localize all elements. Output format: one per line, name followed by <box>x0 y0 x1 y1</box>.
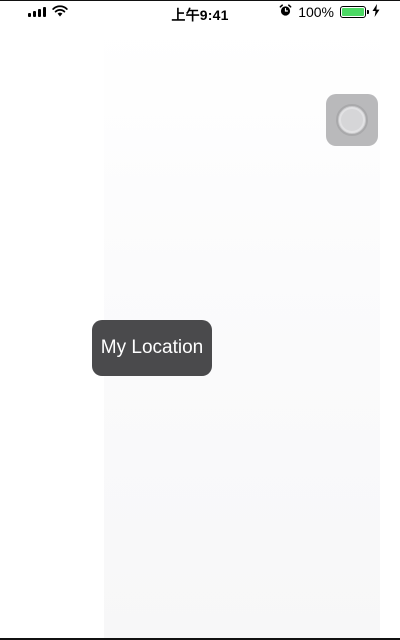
my-location-tooltip: My Location <box>92 320 212 376</box>
status-right: 100% <box>279 4 380 20</box>
my-location-button[interactable] <box>326 94 378 146</box>
battery-fill <box>342 8 364 16</box>
battery-percent: 100% <box>298 4 334 20</box>
charging-icon <box>372 4 380 20</box>
tooltip-label: My Location <box>100 337 204 358</box>
screen: 上午9:41 100% My Location <box>0 0 400 640</box>
status-bar: 上午9:41 100% <box>0 1 400 23</box>
alarm-icon <box>279 4 292 20</box>
location-target-icon <box>336 104 368 136</box>
battery-icon <box>340 6 369 18</box>
